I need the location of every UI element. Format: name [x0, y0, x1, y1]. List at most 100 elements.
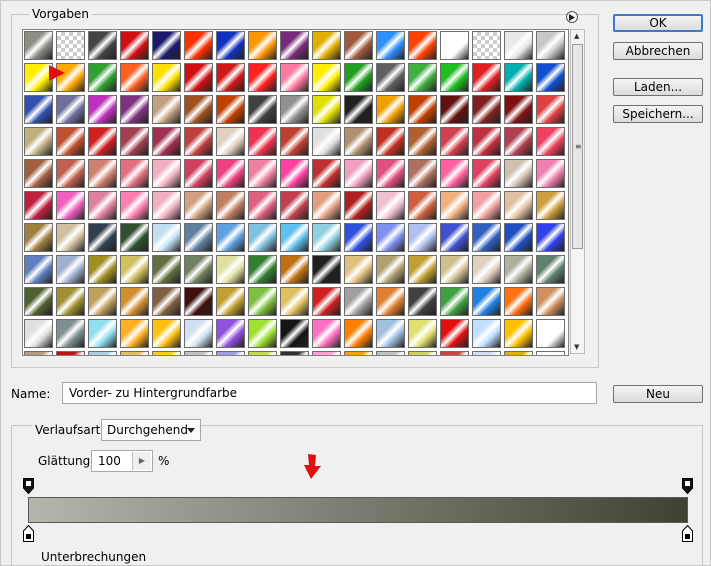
gradient-swatch[interactable]	[504, 223, 533, 252]
gradient-swatch[interactable]	[184, 191, 213, 220]
gradient-swatch[interactable]	[152, 95, 181, 124]
gradient-swatch[interactable]	[216, 351, 245, 355]
scrollbar-thumb[interactable]: ≡	[572, 44, 583, 249]
gradient-swatch[interactable]	[536, 159, 565, 188]
gradient-swatch[interactable]	[120, 255, 149, 284]
gradient-swatch[interactable]	[216, 287, 245, 316]
gradient-swatch[interactable]	[440, 63, 469, 92]
gradient-swatch[interactable]	[152, 159, 181, 188]
gradient-swatch[interactable]	[440, 255, 469, 284]
gradient-swatch[interactable]	[184, 255, 213, 284]
gradient-swatch[interactable]	[536, 127, 565, 156]
gradient-swatch[interactable]	[88, 159, 117, 188]
gradient-swatch[interactable]	[280, 287, 309, 316]
gradient-swatch[interactable]	[440, 127, 469, 156]
gradient-swatch[interactable]	[376, 31, 405, 60]
gradient-swatch[interactable]	[184, 287, 213, 316]
gradient-swatch[interactable]	[344, 223, 373, 252]
gradient-swatch[interactable]	[248, 127, 277, 156]
gradient-swatch[interactable]	[376, 287, 405, 316]
gradient-swatch[interactable]	[536, 223, 565, 252]
gradient-swatch[interactable]	[504, 319, 533, 348]
gradient-swatch[interactable]	[376, 255, 405, 284]
gradient-swatch[interactable]	[152, 255, 181, 284]
gradient-swatch[interactable]	[152, 31, 181, 60]
gradient-swatch[interactable]	[248, 287, 277, 316]
gradient-swatch[interactable]	[504, 191, 533, 220]
gradient-swatch[interactable]	[408, 319, 437, 348]
gradient-swatch[interactable]	[472, 95, 501, 124]
gradient-swatch[interactable]	[152, 287, 181, 316]
gradient-swatch[interactable]	[408, 159, 437, 188]
gradient-swatch[interactable]	[536, 63, 565, 92]
gradient-swatch[interactable]	[56, 191, 85, 220]
gradient-swatch[interactable]	[344, 191, 373, 220]
gradient-swatch[interactable]	[312, 31, 341, 60]
gradient-swatch[interactable]	[344, 287, 373, 316]
opacity-stop-right[interactable]	[682, 478, 693, 494]
gradient-swatch[interactable]	[280, 351, 309, 355]
presets-menu-button[interactable]	[566, 11, 578, 23]
gradient-swatch[interactable]	[472, 351, 501, 355]
gradient-swatch[interactable]	[376, 159, 405, 188]
gradient-swatch[interactable]	[504, 127, 533, 156]
gradient-swatch[interactable]	[120, 223, 149, 252]
gradient-swatch[interactable]	[376, 351, 405, 355]
gradient-swatch[interactable]	[56, 223, 85, 252]
gradient-swatch[interactable]	[504, 95, 533, 124]
smoothness-stepper[interactable]: ▶	[132, 452, 151, 470]
gradient-swatch[interactable]	[216, 255, 245, 284]
gradient-swatch[interactable]	[24, 191, 53, 220]
gradient-swatch[interactable]	[184, 223, 213, 252]
gradient-swatch[interactable]	[56, 351, 85, 355]
gradient-swatch[interactable]	[88, 191, 117, 220]
gradient-swatch[interactable]	[152, 351, 181, 355]
gradient-swatch[interactable]	[312, 63, 341, 92]
gradient-swatch[interactable]	[536, 319, 565, 348]
gradient-swatch[interactable]	[216, 223, 245, 252]
gradient-swatch[interactable]	[440, 287, 469, 316]
gradient-preview-bar[interactable]	[28, 497, 688, 523]
opacity-stop-left[interactable]	[23, 478, 34, 494]
gradient-swatch[interactable]	[440, 351, 469, 355]
gradient-swatch[interactable]	[184, 319, 213, 348]
gradient-swatch[interactable]	[24, 319, 53, 348]
gradient-swatch[interactable]	[88, 127, 117, 156]
gradient-swatch[interactable]	[120, 191, 149, 220]
gradient-swatch[interactable]	[248, 191, 277, 220]
gradient-swatch[interactable]	[344, 95, 373, 124]
gradient-swatch[interactable]	[472, 63, 501, 92]
gradient-swatch[interactable]	[280, 255, 309, 284]
ok-button[interactable]: OK	[613, 14, 703, 32]
gradient-swatch[interactable]	[376, 95, 405, 124]
gradient-swatch[interactable]	[24, 255, 53, 284]
gradient-swatch[interactable]	[312, 287, 341, 316]
gradient-swatch[interactable]	[24, 31, 53, 60]
gradient-swatch[interactable]	[88, 223, 117, 252]
gradient-swatch[interactable]	[216, 63, 245, 92]
gradient-swatch[interactable]	[280, 127, 309, 156]
gradient-swatch[interactable]	[280, 191, 309, 220]
gradient-swatch[interactable]	[24, 127, 53, 156]
gradient-swatch[interactable]	[472, 127, 501, 156]
gradient-swatch[interactable]	[472, 287, 501, 316]
color-stop-left[interactable]	[23, 525, 34, 542]
gradient-swatch[interactable]	[344, 159, 373, 188]
gradient-swatch[interactable]	[120, 95, 149, 124]
gradient-swatch[interactable]	[56, 95, 85, 124]
gradient-swatch[interactable]	[280, 31, 309, 60]
gradient-swatch[interactable]	[408, 287, 437, 316]
gradient-swatch[interactable]	[120, 31, 149, 60]
gradient-swatch[interactable]	[88, 287, 117, 316]
gradient-swatch[interactable]	[312, 223, 341, 252]
gradient-swatch[interactable]	[504, 351, 533, 355]
gradient-swatch[interactable]	[408, 31, 437, 60]
gradient-swatch[interactable]	[280, 159, 309, 188]
gradient-swatch[interactable]	[312, 159, 341, 188]
gradient-swatch[interactable]	[248, 63, 277, 92]
gradient-swatch[interactable]	[408, 127, 437, 156]
gradient-swatch[interactable]	[184, 63, 213, 92]
gradient-swatch[interactable]	[56, 127, 85, 156]
gradient-swatch[interactable]	[504, 31, 533, 60]
gradient-swatch[interactable]	[24, 287, 53, 316]
